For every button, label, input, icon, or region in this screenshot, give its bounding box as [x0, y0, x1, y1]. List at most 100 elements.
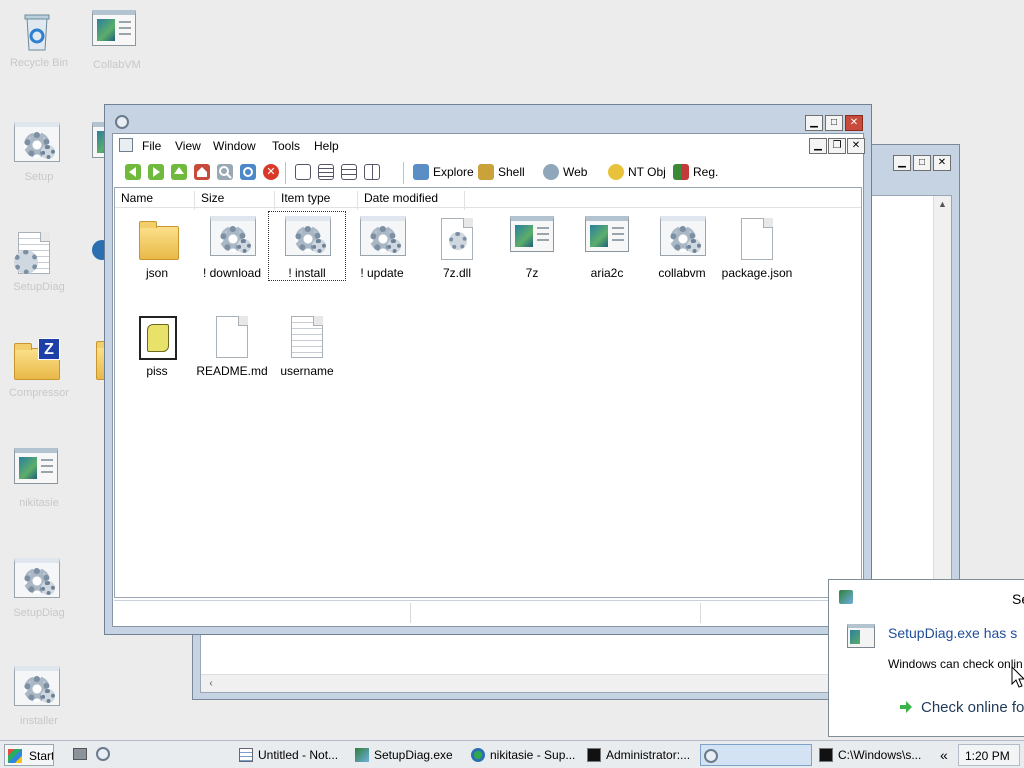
desktop-icon-setupdiag[interactable]: SetupDiag: [0, 226, 78, 306]
file-item-readme[interactable]: README.md: [194, 310, 270, 384]
status-pane: [411, 603, 701, 623]
column-name[interactable]: Name: [115, 191, 195, 210]
file-label: 7z: [525, 266, 539, 280]
nt-obj-button[interactable]: NT Obj: [628, 165, 666, 179]
taskbar-item-browser[interactable]: nikitasie - Sup...: [468, 744, 578, 766]
setup-icon: [355, 748, 369, 762]
file-item-update[interactable]: ! update: [344, 212, 420, 286]
application-window-icon: [847, 624, 875, 648]
file-manager-window[interactable]: ▁ □ ✕ File View Window Tools Help ▁ ❐ ✕ …: [104, 104, 872, 635]
mouse-cursor: [1011, 665, 1024, 688]
desktop-icon-folder[interactable]: [78, 332, 104, 412]
scroll-left-icon[interactable]: ‹: [203, 675, 219, 692]
view-large-icons-icon[interactable]: [295, 164, 311, 180]
stop-icon[interactable]: ✕: [263, 164, 279, 180]
explore-icon[interactable]: [413, 164, 429, 180]
blank-page-icon: [210, 314, 256, 360]
web-icon[interactable]: [543, 164, 559, 180]
taskbar-item-windows-folder[interactable]: C:\Windows\s...: [816, 744, 928, 766]
search-icon[interactable]: [217, 164, 233, 180]
script-icon: [135, 314, 181, 360]
file-item-install[interactable]: ! install: [268, 211, 346, 281]
close-button[interactable]: ✕: [933, 155, 951, 171]
dialog-body-text: Windows can check onlin: [888, 657, 1023, 671]
notification-chevron-button[interactable]: «: [934, 744, 956, 766]
desktop-icon-label: Compressor: [9, 387, 69, 399]
view-details-icon[interactable]: [364, 164, 380, 180]
menu-view[interactable]: View: [175, 139, 201, 153]
check-online-link[interactable]: Check online fo: [921, 699, 1024, 716]
file-item-7z-dll[interactable]: 7z.dll: [419, 212, 495, 286]
desktop-icon-user[interactable]: [78, 226, 104, 306]
desktop-icon-label: CollabVM: [93, 59, 141, 71]
recycle-bin-icon: [14, 8, 60, 54]
desktop-icon-recycle-bin[interactable]: Recycle Bin: [0, 2, 78, 82]
maximize-button[interactable]: □: [913, 155, 931, 171]
home-icon[interactable]: [194, 164, 210, 180]
file-item-collabvm[interactable]: collabvm: [644, 212, 720, 286]
file-item-aria2c[interactable]: aria2c: [569, 212, 645, 286]
column-item-type[interactable]: Item type: [275, 191, 358, 210]
file-item-username[interactable]: username: [269, 310, 345, 384]
back-icon[interactable]: [125, 164, 141, 180]
desktop-icon-nikitasie[interactable]: nikitasie: [0, 442, 78, 522]
quick-launch-explorer-icon[interactable]: [96, 747, 110, 761]
taskbar-item-file-manager[interactable]: [700, 744, 812, 766]
forward-icon[interactable]: [148, 164, 164, 180]
child-close-button[interactable]: ✕: [847, 138, 865, 154]
file-item-json[interactable]: json: [119, 212, 195, 286]
view-list-icon[interactable]: [341, 164, 357, 180]
menu-window[interactable]: Window: [213, 139, 256, 153]
system-clock[interactable]: 1:20 PM: [958, 744, 1020, 766]
desktop-icon-setupdiag-2[interactable]: SetupDiag: [0, 552, 78, 632]
taskbar-item-cmd[interactable]: Administrator:...: [584, 744, 696, 766]
file-label: README.md: [196, 364, 268, 378]
file-label: username: [280, 364, 334, 378]
taskbar-item-notepad[interactable]: Untitled - Not...: [236, 744, 348, 766]
minimize-button[interactable]: ▁: [805, 115, 823, 131]
taskbar-item-setupdiag[interactable]: SetupDiag.exe: [352, 744, 452, 766]
file-item-download[interactable]: ! download: [194, 212, 270, 286]
desktop-icon-setup[interactable]: Setup: [0, 116, 78, 196]
reg-button[interactable]: Reg.: [693, 165, 718, 179]
scroll-up-icon[interactable]: ▲: [934, 196, 951, 213]
column-size[interactable]: Size: [195, 191, 275, 210]
gear-document-icon: [210, 216, 256, 262]
web-button[interactable]: Web: [563, 165, 587, 179]
desktop-icon-compressor[interactable]: Z Compressor: [0, 332, 78, 412]
menu-file[interactable]: File: [142, 139, 161, 153]
child-restore-button[interactable]: ❐: [828, 138, 846, 154]
explore-button[interactable]: Explore: [433, 165, 474, 179]
gear-document-icon: [14, 558, 60, 604]
column-date-modified[interactable]: Date modified: [358, 191, 465, 210]
registry-icon[interactable]: [673, 164, 689, 180]
up-icon[interactable]: [171, 164, 187, 180]
dialog-title: Se: [1012, 591, 1024, 607]
menu-help[interactable]: Help: [314, 139, 339, 153]
close-button[interactable]: ✕: [845, 115, 863, 131]
file-item-package-json[interactable]: package.json: [719, 212, 795, 286]
file-item-7z[interactable]: 7z: [494, 212, 570, 286]
text-page-icon: [285, 314, 331, 360]
quick-launch-show-desktop-icon[interactable]: [73, 748, 87, 760]
desktop-icon-collabvm[interactable]: CollabVM: [78, 4, 156, 84]
column-header: Name Size Item type Date modified: [115, 188, 861, 210]
child-minimize-button[interactable]: ▁: [809, 138, 827, 154]
error-dialog[interactable]: Se SetupDiag.exe has s Windows can check…: [828, 579, 1024, 737]
refresh-icon[interactable]: [240, 164, 256, 180]
desktop-icon-installer[interactable]: installer: [0, 660, 78, 740]
desktop-icon-label: Setup: [24, 171, 54, 183]
file-item-piss[interactable]: piss: [119, 310, 195, 384]
file-list-view[interactable]: Name Size Item type Date modified json !…: [114, 187, 862, 598]
start-button[interactable]: Start: [4, 744, 54, 766]
menu-bar: File View Window Tools Help ▁ ❐ ✕: [113, 134, 865, 158]
minimize-button[interactable]: ▁: [893, 155, 911, 171]
horizontal-scrollbar[interactable]: ‹: [201, 674, 935, 692]
view-small-icons-icon[interactable]: [318, 164, 334, 180]
shell-icon[interactable]: [478, 164, 494, 180]
maximize-button[interactable]: □: [825, 115, 843, 131]
menu-tools[interactable]: Tools: [272, 139, 300, 153]
nt-object-icon[interactable]: [608, 164, 624, 180]
desktop-icon-explorer[interactable]: [78, 116, 104, 196]
shell-button[interactable]: Shell: [498, 165, 525, 179]
